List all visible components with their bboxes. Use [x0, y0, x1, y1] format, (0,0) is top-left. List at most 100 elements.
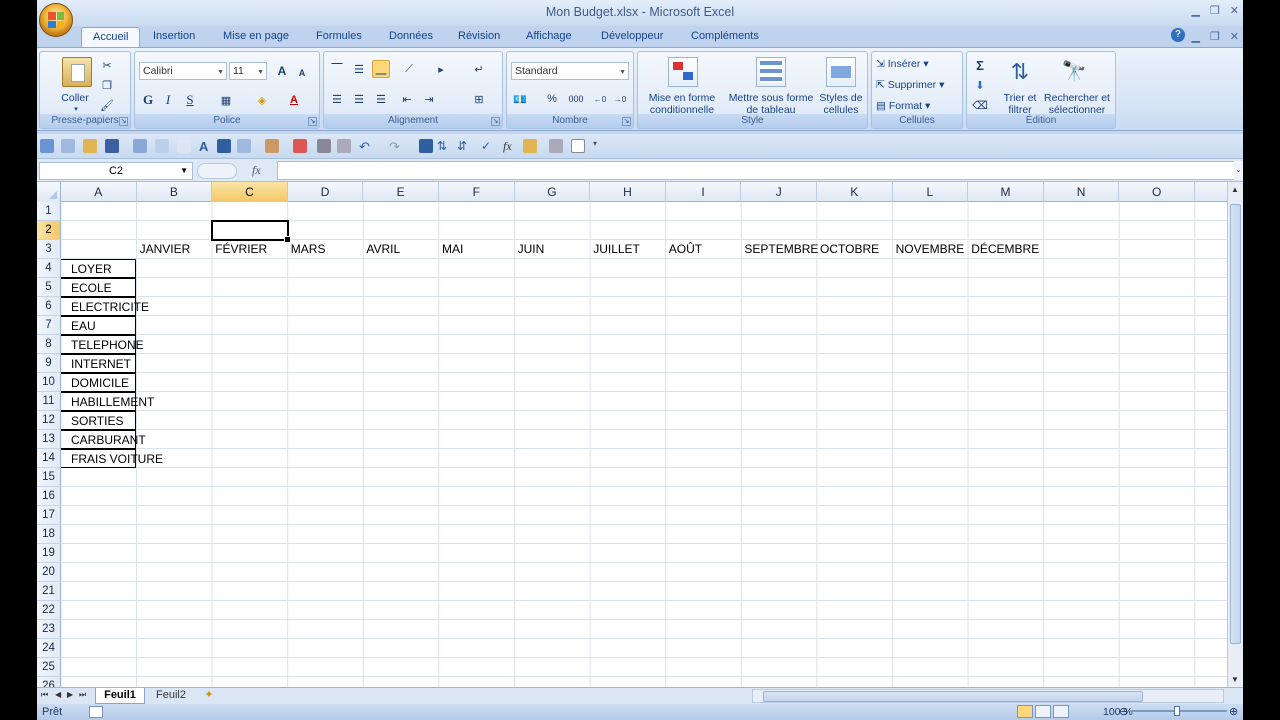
number-format-dropdown-icon[interactable]: ▼ — [619, 66, 626, 79]
column-header[interactable]: N — [1044, 182, 1120, 202]
qat-spell-icon[interactable] — [177, 139, 191, 153]
cut-icon[interactable]: ✂ — [98, 56, 116, 74]
sheet-tab-feuil1[interactable]: Feuil1 — [95, 688, 145, 704]
help-icon[interactable]: ? — [1171, 28, 1185, 42]
increase-indent-icon[interactable]: ⇥ — [420, 90, 438, 108]
shrink-font-button[interactable]: A — [293, 64, 311, 82]
category-cell[interactable]: FRAIS VOITURE — [61, 449, 163, 468]
decrease-decimal-icon[interactable]: →0 — [611, 90, 629, 108]
align-center-icon[interactable]: ☰ — [350, 90, 368, 108]
hidden-button-icon[interactable]: ▸ — [432, 60, 450, 78]
month-header-cell[interactable]: OCTOBRE — [817, 240, 879, 259]
month-header-cell[interactable]: MAI — [439, 240, 463, 259]
qat-save-icon[interactable] — [105, 139, 119, 153]
fill-icon[interactable]: ⬇ — [971, 76, 989, 94]
qat-preview-icon[interactable] — [133, 139, 147, 153]
insert-cells-button[interactable]: ⇲ Insérer ▾ — [876, 58, 929, 70]
column-header[interactable]: A — [61, 182, 137, 202]
clipboard-launcher-icon[interactable]: ↘ — [119, 117, 128, 126]
macro-record-icon[interactable] — [89, 706, 103, 718]
qat-redo-icon[interactable]: ↷ — [389, 139, 403, 154]
copy-icon[interactable]: ❐ — [98, 76, 116, 94]
format-table-button[interactable]: Mettre sous forme de tableau — [724, 92, 818, 116]
increase-decimal-icon[interactable]: ←0 — [591, 90, 609, 108]
restore-icon[interactable]: ❐ — [1210, 4, 1220, 17]
category-cell[interactable]: HABILLEMENT — [61, 392, 154, 411]
tab-mise-en-page[interactable]: Mise en page — [223, 30, 289, 42]
scroll-down-icon[interactable]: ▼ — [1231, 675, 1239, 684]
zoom-level[interactable]: 100 % — [1103, 706, 1133, 718]
cell-styles-icon[interactable] — [826, 57, 856, 87]
qat-open-icon[interactable] — [61, 139, 75, 153]
row-header[interactable]: 8 — [37, 335, 61, 354]
qat-list-icon[interactable] — [419, 139, 433, 153]
wrap-text-icon[interactable]: ↵ — [470, 60, 488, 78]
borders-icon[interactable]: ▦ — [217, 91, 235, 109]
zoom-in-icon[interactable]: ⊕ — [1229, 705, 1238, 718]
month-header-cell[interactable]: AOÛT — [666, 240, 702, 259]
row-header[interactable]: 23 — [37, 620, 61, 639]
month-header-cell[interactable]: NOVEMBRE — [893, 240, 965, 259]
row-header[interactable]: 2 — [37, 221, 61, 240]
italic-button[interactable]: I — [159, 91, 177, 109]
binoculars-icon[interactable]: 🔭 — [1059, 57, 1089, 87]
qat-folder-icon[interactable] — [83, 139, 97, 153]
format-painter-icon[interactable]: 🖌 — [98, 96, 116, 114]
zoom-out-icon[interactable]: ⊖ — [1119, 705, 1128, 718]
scroll-up-icon[interactable]: ▲ — [1231, 185, 1239, 194]
category-cell[interactable]: DOMICILE — [61, 373, 136, 392]
font-launcher-icon[interactable]: ↘ — [308, 117, 317, 126]
close-icon[interactable]: ✕ — [1230, 4, 1239, 17]
column-header[interactable]: G — [515, 182, 591, 202]
format-cells-button[interactable]: ▤ Format ▾ — [876, 100, 930, 112]
row-header[interactable]: 11 — [37, 392, 61, 411]
find-select-button[interactable]: Rechercher et sélectionner — [1041, 92, 1113, 116]
tab-insertion[interactable]: Insertion — [153, 30, 195, 42]
qat-function-icon[interactable]: fx — [503, 139, 517, 153]
bold-button[interactable]: G — [139, 91, 157, 109]
qat-customize-icon[interactable]: ▾ — [593, 139, 607, 153]
tab-revision[interactable]: Révision — [458, 30, 500, 42]
wb-minimize-icon[interactable]: ▁ — [1191, 30, 1199, 43]
wb-restore-icon[interactable]: ❐ — [1210, 30, 1220, 43]
row-header[interactable]: 6 — [37, 297, 61, 316]
qat-sort-desc-icon[interactable]: ⇵ — [457, 139, 471, 153]
row-header[interactable]: 5 — [37, 278, 61, 297]
horizontal-scroll-thumb[interactable] — [763, 691, 1143, 702]
formula-input[interactable] — [277, 161, 1235, 180]
number-launcher-icon[interactable]: ↘ — [622, 117, 631, 126]
merge-center-icon[interactable]: ⊞ — [470, 90, 488, 108]
clear-icon[interactable]: ⌫ — [971, 96, 989, 114]
cell-styles-button[interactable]: Styles de cellules — [816, 92, 866, 116]
row-header[interactable]: 21 — [37, 582, 61, 601]
minimize-icon[interactable]: ▁ — [1191, 4, 1199, 17]
category-cell[interactable]: INTERNET — [61, 354, 136, 373]
name-box-dropdown-icon[interactable]: ▼ — [180, 163, 188, 179]
qat-search-icon[interactable] — [337, 139, 351, 153]
font-name-dropdown-icon[interactable]: ▼ — [217, 66, 224, 79]
row-header[interactable]: 7 — [37, 316, 61, 335]
column-header[interactable]: L — [893, 182, 969, 202]
qat-check-icon[interactable]: ✓ — [481, 139, 495, 153]
month-header-cell[interactable]: AVRIL — [363, 240, 400, 259]
name-box[interactable]: C2 ▼ — [39, 162, 193, 180]
month-header-cell[interactable]: SEPTEMBRE — [741, 240, 818, 259]
row-header[interactable]: 13 — [37, 430, 61, 449]
qat-macro-icon[interactable] — [523, 139, 537, 153]
sort-filter-icon[interactable]: ⇅ — [1005, 57, 1035, 87]
qat-borders-icon[interactable] — [237, 139, 251, 153]
first-sheet-icon[interactable]: ⏮ — [41, 690, 48, 700]
column-header[interactable]: J — [741, 182, 817, 202]
autosum-button[interactable]: Σ — [971, 56, 989, 74]
formula-expand-icon[interactable]: ⌄ — [1234, 161, 1243, 180]
category-cell[interactable]: TELEPHONE — [61, 335, 144, 354]
decrease-indent-icon[interactable]: ⇤ — [398, 90, 416, 108]
row-header[interactable]: 3 — [37, 240, 61, 259]
qat-font-icon[interactable]: A — [199, 139, 213, 154]
column-header[interactable]: O — [1119, 182, 1195, 202]
tab-developpeur[interactable]: Développeur — [601, 30, 663, 42]
qat-undo-icon[interactable]: ↶ — [359, 139, 373, 154]
month-header-cell[interactable]: FÉVRIER — [212, 240, 267, 259]
row-header[interactable]: 16 — [37, 487, 61, 506]
month-header-cell[interactable]: DÉCEMBRE — [968, 240, 1039, 259]
